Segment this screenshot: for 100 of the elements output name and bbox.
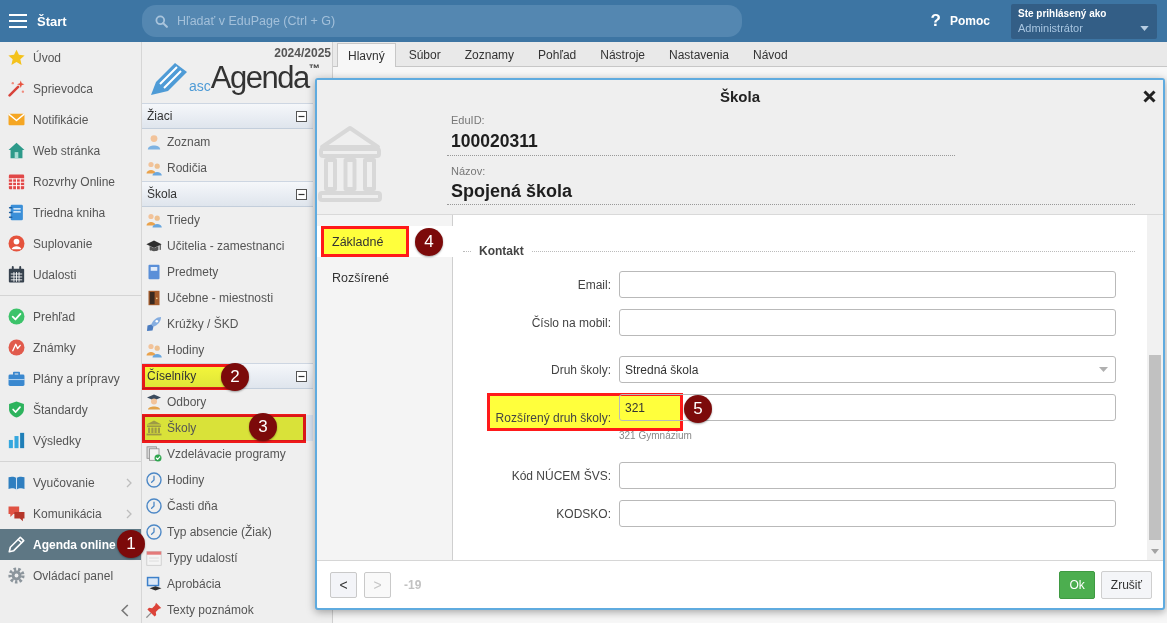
section-title: Škola xyxy=(147,187,178,201)
list-item[interactable]: Rodičia xyxy=(142,155,313,181)
nav-item[interactable]: Rozvrhy Online xyxy=(0,166,141,197)
cancel-button[interactable]: Zrušiť xyxy=(1100,570,1152,599)
edu-id-value: 100020311 xyxy=(451,130,538,152)
collapse-icon[interactable] xyxy=(296,110,307,122)
nav-item[interactable]: Ovládací panel xyxy=(0,560,141,591)
field-label: EduID: xyxy=(451,113,485,127)
scroll-down-icon[interactable] xyxy=(1151,549,1159,554)
collapse-icon[interactable] xyxy=(296,188,307,200)
pager-button[interactable]: < xyxy=(330,571,357,598)
nav-item[interactable]: Prehľad xyxy=(0,301,141,332)
list-item[interactable]: Typy udalostí xyxy=(142,545,313,571)
list-item[interactable]: Vzdelávacie programy xyxy=(142,441,313,467)
briefcase-icon xyxy=(8,370,25,387)
calendar-icon xyxy=(8,173,25,190)
input-field[interactable] xyxy=(619,271,1116,298)
user-menu[interactable]: Ste prihlásený ako Administrátor xyxy=(1011,3,1157,39)
ribbon-tab[interactable]: Súbor xyxy=(397,43,452,66)
dialog-title: Škola xyxy=(720,87,760,105)
clock-icon xyxy=(146,472,162,488)
person-icon xyxy=(8,235,25,252)
list-item[interactable]: Aprobácia xyxy=(142,571,313,597)
envelope-icon xyxy=(8,111,25,128)
nav-item[interactable]: Komunikácia xyxy=(0,498,141,529)
help-button[interactable]: ? Pomoc xyxy=(930,11,990,31)
step-marker: 5 xyxy=(684,395,712,423)
nav-item[interactable]: Plány a prípravy xyxy=(0,363,141,394)
search-field[interactable]: Hľadať v EduPage (Ctrl + G) xyxy=(142,5,742,37)
nav-item[interactable]: Vyučovanie xyxy=(0,467,141,498)
monitor-icon xyxy=(146,576,162,592)
field-label: Druh školy: xyxy=(550,362,611,377)
field-label: Rozšírený druh školy: xyxy=(495,411,611,425)
list-item[interactable]: Krúžky / ŠKD xyxy=(142,311,313,337)
ribbon-tab[interactable]: Nastavenia xyxy=(657,43,740,66)
list-item[interactable]: Učebne - miestnosti xyxy=(142,285,313,311)
student-icon xyxy=(146,394,162,410)
list-item[interactable]: Časti dňa xyxy=(142,493,313,519)
close-icon xyxy=(1143,89,1156,103)
collapse-icon[interactable] xyxy=(296,370,307,382)
pencil-logo-icon xyxy=(150,62,188,96)
field-label: Email: xyxy=(577,277,611,292)
ribbon-tab[interactable]: Hlavný xyxy=(337,43,396,67)
list-item[interactable]: Predmety xyxy=(142,259,313,285)
section-title: Žiaci xyxy=(147,109,173,123)
input-field[interactable] xyxy=(619,462,1116,489)
list-item[interactable]: Hodiny xyxy=(142,337,313,363)
nav-item[interactable]: Web stránka xyxy=(0,135,141,166)
nav-item[interactable]: Notifikácie xyxy=(0,104,141,135)
list-item[interactable]: Triedy xyxy=(142,207,313,233)
scrollbar-thumb[interactable] xyxy=(1149,355,1161,540)
record-counter: -19 xyxy=(404,577,422,592)
nav-item[interactable]: Známky xyxy=(0,332,141,363)
scrollbar[interactable] xyxy=(1147,215,1163,560)
nav-item[interactable]: Výsledky xyxy=(0,425,141,456)
close-button[interactable] xyxy=(1143,89,1156,103)
list-item[interactable]: Odbory xyxy=(142,389,313,415)
graduation-cap-icon xyxy=(146,238,162,254)
list-item[interactable]: Hodiny xyxy=(142,467,313,493)
nav-item[interactable]: Triedna kniha xyxy=(0,197,141,228)
list-item[interactable]: Učitelia - zamestnanci xyxy=(142,233,313,259)
people-icon xyxy=(146,160,162,176)
shield-check-icon xyxy=(8,401,25,418)
section-title: Číselníky xyxy=(147,369,197,383)
nav-item[interactable]: Udalosti xyxy=(0,259,141,290)
input-field[interactable] xyxy=(619,500,1116,527)
ribbon-tab[interactable]: Nástroje xyxy=(589,43,656,66)
list-item[interactable]: Texty poznámok xyxy=(142,597,313,623)
chevron-left-icon[interactable] xyxy=(121,604,129,617)
tab[interactable]: Rozšírené xyxy=(317,262,453,293)
calendar-icon xyxy=(146,550,162,566)
school-name-value: Spojená škola xyxy=(451,180,573,203)
logo-text: Agenda$^{™}$ xyxy=(210,60,320,96)
field-label: KODSKO: xyxy=(556,506,611,521)
logo-prefix: asc xyxy=(189,78,211,94)
list-item[interactable]: Zoznam xyxy=(142,129,313,155)
field-label: Číslo na mobil: xyxy=(531,315,611,330)
rocket-icon xyxy=(146,316,162,332)
nav-item[interactable]: Štandardy xyxy=(0,394,141,425)
notebook-icon xyxy=(8,204,25,221)
field-label: Kód NÚCEM ŠVS: xyxy=(511,468,611,483)
start-menu-button[interactable]: Štart xyxy=(0,0,142,42)
person-icon xyxy=(146,134,162,150)
circle-mark-icon xyxy=(8,339,25,356)
nav-item[interactable]: Úvod xyxy=(0,42,141,73)
nav-item[interactable]: Sprievodca xyxy=(0,73,141,104)
list-item[interactable]: Školy 3 xyxy=(142,415,313,441)
building-icon xyxy=(146,420,162,436)
clock-icon xyxy=(146,498,162,514)
nav-item[interactable]: Suplovanie xyxy=(0,228,141,259)
tab[interactable]: Základné 4 xyxy=(317,226,453,257)
ribbon-tab[interactable]: Pohľad xyxy=(527,43,588,66)
select-field[interactable]: Stredná škola xyxy=(619,356,1116,383)
list-item[interactable]: Typ absencie (Žiak) xyxy=(142,519,313,545)
ribbon-tab[interactable]: Návod xyxy=(742,43,799,66)
magic-wand-icon xyxy=(8,80,25,97)
ribbon-tab[interactable]: Zoznamy xyxy=(453,43,526,66)
input-field[interactable] xyxy=(619,309,1116,336)
step-marker: 2 xyxy=(221,363,249,391)
house-icon xyxy=(8,142,25,159)
